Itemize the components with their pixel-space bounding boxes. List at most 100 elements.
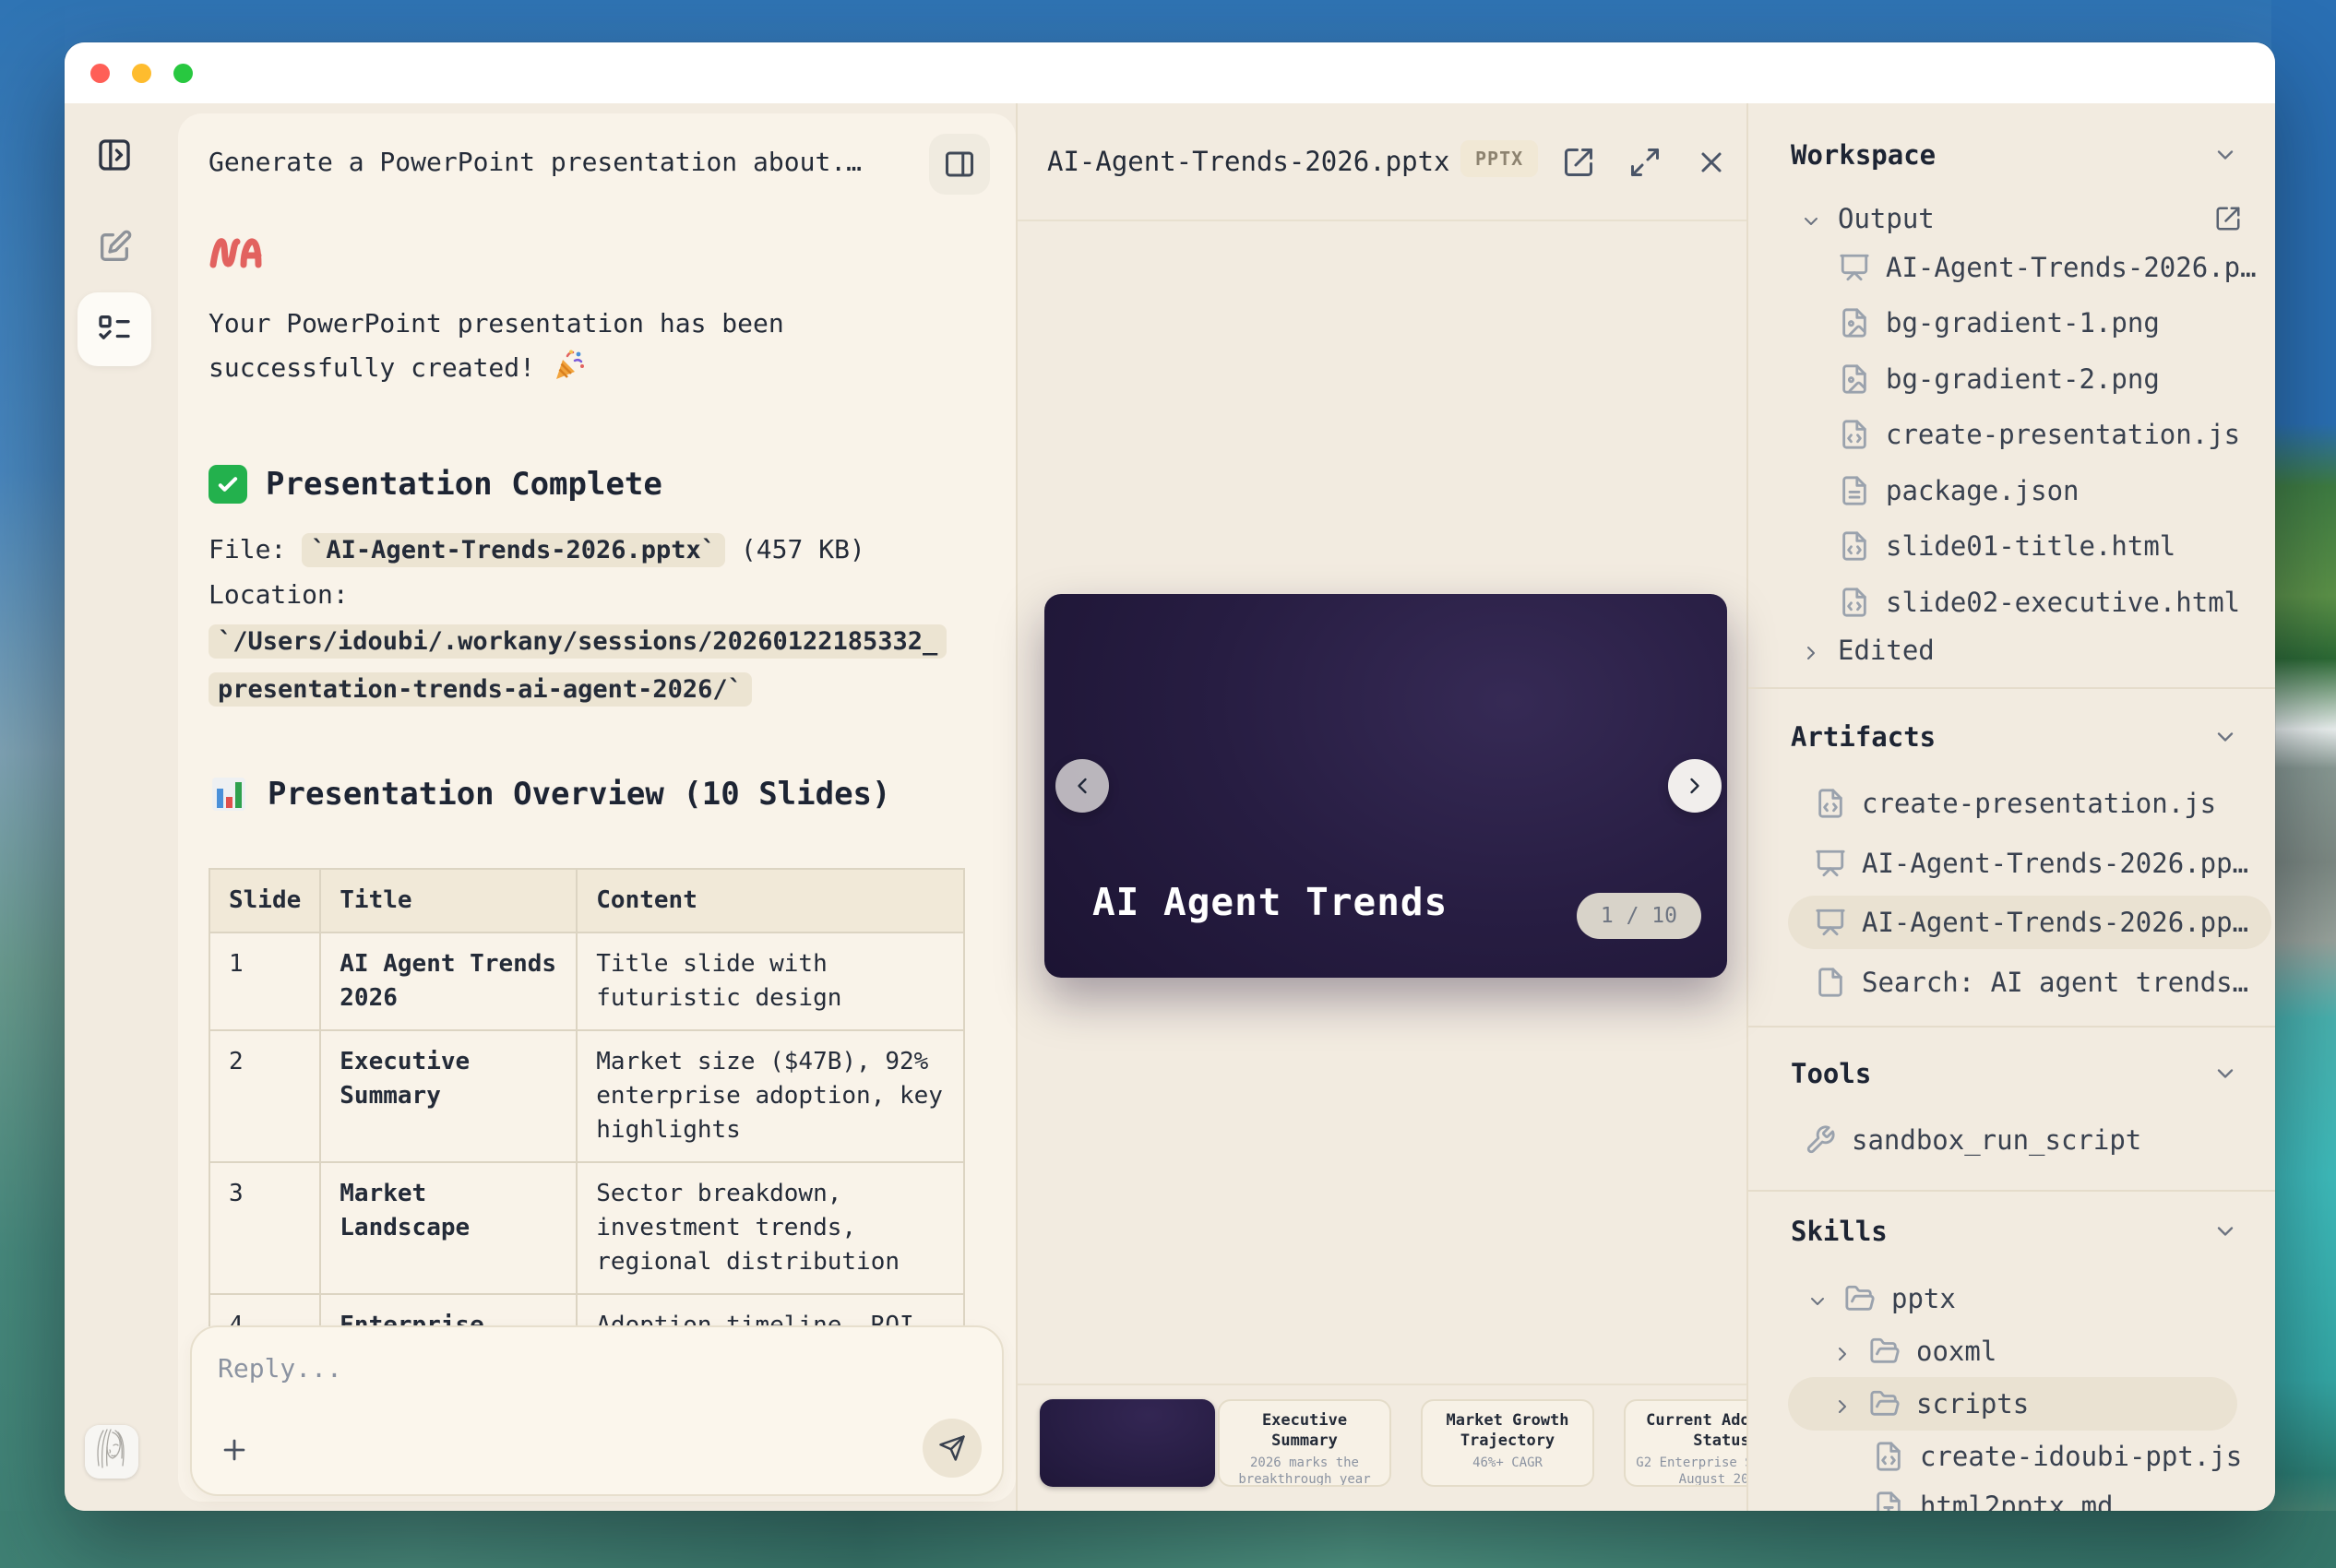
previous-slide-button[interactable] bbox=[1055, 759, 1109, 813]
chevron-right-icon bbox=[1682, 773, 1708, 799]
user-avatar[interactable] bbox=[85, 1425, 138, 1479]
artifact-item[interactable]: create-presentation.js bbox=[1815, 777, 2216, 830]
output-section-row[interactable]: Output bbox=[1800, 192, 2242, 245]
output-file-item[interactable]: slide02-executive.html bbox=[1839, 576, 2240, 629]
titlebar bbox=[65, 42, 2275, 103]
file-name: package.json bbox=[1886, 475, 2080, 506]
next-slide-button[interactable] bbox=[1668, 759, 1722, 813]
table-row: 1 AI Agent Trends 2026 Title slide with … bbox=[209, 932, 964, 1030]
output-label: Output bbox=[1838, 203, 1935, 234]
compose-icon bbox=[96, 229, 133, 266]
code-file-icon bbox=[1815, 788, 1846, 819]
artifact-item-selected[interactable]: AI-Agent-Trends-2026.pp… bbox=[1788, 896, 2271, 949]
skill-folder-ooxml[interactable]: ooxml bbox=[1831, 1324, 1996, 1378]
artifact-item[interactable]: AI-Agent-Trends-2026.pp… bbox=[1815, 837, 2248, 890]
plus-icon bbox=[219, 1434, 250, 1466]
output-file-item[interactable]: bg-gradient-1.png bbox=[1839, 296, 2160, 350]
wallpaper-left bbox=[0, 0, 65, 1568]
output-file-item[interactable]: package.json bbox=[1839, 464, 2080, 517]
presentation-icon bbox=[1839, 252, 1870, 283]
table-row: 3 Market Landscape Sector breakdown, inv… bbox=[209, 1162, 964, 1294]
external-link-icon bbox=[1562, 146, 1597, 179]
file-name: bg-gradient-1.png bbox=[1886, 307, 2160, 339]
location-label: Location: bbox=[209, 579, 349, 610]
workspace-title: Workspace bbox=[1791, 139, 1936, 171]
edited-section-row[interactable]: Edited bbox=[1800, 624, 1935, 677]
minimize-window-button[interactable] bbox=[132, 64, 151, 83]
close-preview-button[interactable] bbox=[1695, 146, 1730, 181]
chevron-right-icon bbox=[1831, 1340, 1853, 1362]
workspace-section-header[interactable]: Workspace bbox=[1791, 129, 2238, 181]
skill-label: ooxml bbox=[1916, 1336, 1996, 1367]
skill-file-item[interactable]: create-idoubi-ppt.js bbox=[1873, 1430, 2242, 1483]
thumbnail-slide-3[interactable]: Market Growth Trajectory 46%+ CAGR bbox=[1421, 1399, 1594, 1487]
slide-preview: AI Agent Trends 1 / 10 bbox=[1044, 594, 1727, 978]
skill-folder-pptx[interactable]: pptx bbox=[1806, 1272, 1956, 1325]
tools-section-header[interactable]: Tools bbox=[1791, 1048, 2238, 1099]
file-code-span: `AI-Agent-Trends-2026.pptx` bbox=[302, 533, 725, 567]
thumbnail-slide-1[interactable] bbox=[1040, 1399, 1215, 1487]
app-body: Generate a PowerPoint presentation about… bbox=[65, 103, 2275, 1511]
thumbnail-slide-4[interactable]: Current Adoption Status G2 Enterprise Su… bbox=[1624, 1399, 1746, 1487]
artifact-name: AI-Agent-Trends-2026.pp… bbox=[1862, 848, 2248, 879]
artifacts-title: Artifacts bbox=[1791, 721, 1936, 753]
expand-preview-button[interactable] bbox=[1628, 146, 1663, 181]
sidebar-toggle-button[interactable] bbox=[77, 118, 151, 192]
thumbnail-slide-2[interactable]: Executive Summary 2026 marks the breakth… bbox=[1218, 1399, 1391, 1487]
open-output-folder-button[interactable] bbox=[2214, 205, 2242, 232]
zoom-window-button[interactable] bbox=[173, 64, 193, 83]
file-icon bbox=[1815, 967, 1846, 998]
chat-title: Generate a PowerPoint presentation about… bbox=[209, 147, 862, 177]
split-view-button[interactable] bbox=[929, 134, 990, 195]
close-window-button[interactable] bbox=[90, 64, 110, 83]
skill-label: create-idoubi-ppt.js bbox=[1920, 1441, 2242, 1472]
slides-table-wrap: Slide Title Content 1 AI Agent Trends 20… bbox=[209, 868, 983, 1326]
expand-icon bbox=[1628, 146, 1663, 179]
chevron-down-icon bbox=[2212, 142, 2238, 168]
chevron-right-icon bbox=[1831, 1393, 1853, 1415]
split-panel-icon bbox=[943, 148, 976, 181]
attach-button[interactable] bbox=[214, 1430, 255, 1470]
output-file-item[interactable]: slide01-title.html bbox=[1839, 519, 2175, 573]
new-chat-button[interactable] bbox=[77, 210, 151, 284]
skill-label: scripts bbox=[1916, 1388, 2029, 1420]
col-header-title: Title bbox=[320, 869, 577, 932]
artifact-item[interactable]: Search: AI agent trends… bbox=[1815, 956, 2248, 1009]
output-file-item[interactable]: AI-Agent-Trends-2026.p… bbox=[1839, 241, 2257, 294]
success-text: Your PowerPoint presentation has been su… bbox=[209, 308, 784, 383]
col-header-slide: Slide bbox=[209, 869, 320, 932]
artifact-name: AI-Agent-Trends-2026.pp… bbox=[1862, 907, 2248, 938]
file-label: File: bbox=[209, 534, 286, 564]
open-external-button[interactable] bbox=[1562, 146, 1597, 181]
sidebar-toggle-icon bbox=[96, 137, 133, 173]
skill-file-item[interactable]: html2pptx.md bbox=[1873, 1479, 2114, 1511]
output-file-item[interactable]: create-presentation.js bbox=[1839, 408, 2240, 461]
tool-item[interactable]: sandbox_run_script bbox=[1805, 1113, 2141, 1167]
tasks-button[interactable] bbox=[77, 292, 151, 366]
skill-folder-scripts-selected[interactable]: scripts bbox=[1788, 1377, 2237, 1431]
artifacts-section-header[interactable]: Artifacts bbox=[1791, 711, 2238, 763]
file-name: create-presentation.js bbox=[1886, 419, 2240, 450]
chevron-right-icon bbox=[1800, 639, 1822, 661]
chevron-down-icon bbox=[2212, 724, 2238, 750]
location-label-line: Location: bbox=[209, 573, 983, 617]
complete-heading-text: Presentation Complete bbox=[266, 466, 662, 503]
tasks-icon bbox=[96, 311, 133, 348]
chat-panel: Generate a PowerPoint presentation about… bbox=[178, 113, 1016, 1502]
preview-panel: AI-Agent-Trends-2026.pptx PPTX AI Agent … bbox=[1016, 103, 1748, 1511]
external-link-icon bbox=[2214, 205, 2242, 232]
chat-header: Generate a PowerPoint presentation about… bbox=[178, 113, 1016, 215]
skills-section-header[interactable]: Skills bbox=[1791, 1206, 2238, 1257]
thumbnail-title: Executive Summary bbox=[1227, 1410, 1382, 1451]
artifact-name: create-presentation.js bbox=[1862, 788, 2216, 819]
location-path-line2: presentation-trends-ai-agent-2026/` bbox=[209, 672, 752, 707]
assistant-message: Your PowerPoint presentation has been su… bbox=[209, 302, 817, 397]
reply-input[interactable]: Reply... bbox=[190, 1325, 1004, 1496]
preview-filename: AI-Agent-Trends-2026.pptx bbox=[1047, 146, 1450, 177]
folder-icon bbox=[1869, 1388, 1901, 1420]
chevron-down-icon bbox=[1806, 1288, 1829, 1310]
skills-title: Skills bbox=[1791, 1216, 1888, 1247]
send-button[interactable] bbox=[923, 1419, 982, 1478]
output-file-item[interactable]: bg-gradient-2.png bbox=[1839, 352, 2160, 406]
code-file-icon bbox=[1873, 1441, 1904, 1472]
